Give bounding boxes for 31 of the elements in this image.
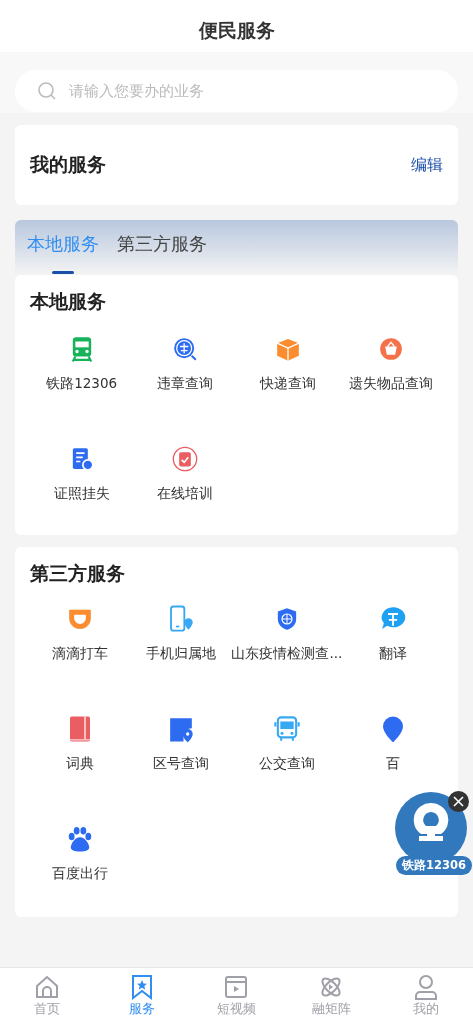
search-icon <box>37 81 57 101</box>
service-item[interactable]: 山东疫情检测查... <box>231 645 343 663</box>
service-item[interactable]: 百 <box>385 755 400 773</box>
service-item[interactable]: 滴滴打车 <box>52 645 109 663</box>
service-item[interactable]: 证照挂失 <box>53 485 110 503</box>
service-item[interactable]: 在线培训 <box>156 485 213 503</box>
section-title: 我的服务 <box>30 152 106 177</box>
section-title: 本地服务 <box>28 289 107 314</box>
service-item[interactable]: 百度出行 <box>52 865 109 883</box>
section-title: 第三方服务 <box>29 561 126 586</box>
service-item[interactable]: 铁路12306 <box>46 375 118 393</box>
service-item[interactable]: 翻译 <box>378 645 407 663</box>
service-item[interactable]: 遗失物品查询 <box>349 375 434 393</box>
page-title: 便民服务 <box>198 18 275 43</box>
service-item[interactable]: 词典 <box>66 755 95 773</box>
close-icon <box>453 796 464 807</box>
video-clip-icon <box>223 974 250 1000</box>
service-item[interactable]: 手机归属地 <box>146 645 217 663</box>
person-icon <box>412 974 439 1000</box>
search-field[interactable]: 请输入您要办的业务 <box>15 70 458 112</box>
tab[interactable]: 第三方服务 <box>117 232 207 272</box>
nav-tab[interactable]: 服务 <box>94 968 190 1024</box>
edit-link[interactable]: 编辑 <box>411 154 443 176</box>
home-icon <box>34 974 61 1000</box>
close-button[interactable] <box>448 791 469 812</box>
service-item[interactable]: 快递查询 <box>260 375 317 393</box>
service-item[interactable]: 公交查询 <box>258 755 315 773</box>
bus-icon <box>271 714 302 744</box>
service-item[interactable]: 违章查询 <box>156 375 213 393</box>
floating-badge[interactable]: 铁路12306 <box>393 790 469 876</box>
service-item[interactable]: 区号查询 <box>153 755 210 773</box>
